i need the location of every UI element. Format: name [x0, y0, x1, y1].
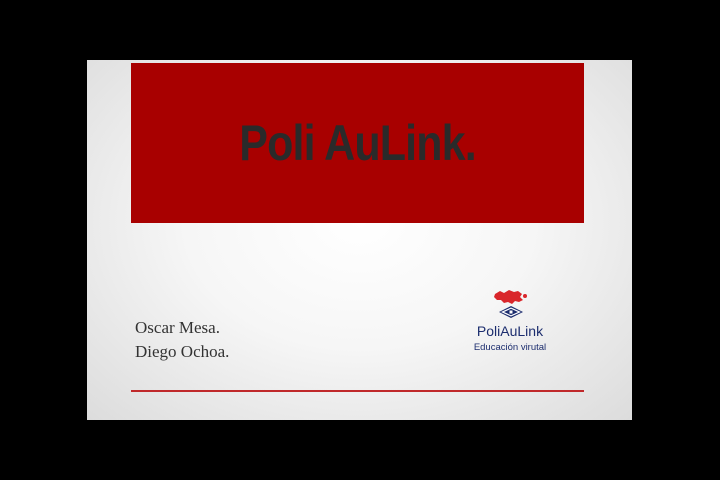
slide-title: Poli AuLink.	[239, 115, 476, 171]
poliaulink-logo-icon	[494, 290, 527, 318]
title-banner: Poli AuLink.	[131, 63, 584, 223]
poliaulink-logo: PoliAuLink Educación virutal	[455, 288, 565, 356]
authors-block: Oscar Mesa. Diego Ochoa.	[135, 316, 229, 364]
logo-name: PoliAuLink	[476, 323, 544, 339]
author-name: Diego Ochoa.	[135, 342, 230, 361]
author-name: Oscar Mesa.	[135, 318, 220, 337]
logo-tagline: Educación virutal	[473, 342, 547, 353]
title-slide: Poli AuLink. Oscar Mesa. Diego Ochoa. Po…	[87, 60, 632, 420]
divider-line	[131, 390, 584, 392]
presentation-viewer: Poli AuLink. Oscar Mesa. Diego Ochoa. Po…	[0, 0, 720, 480]
